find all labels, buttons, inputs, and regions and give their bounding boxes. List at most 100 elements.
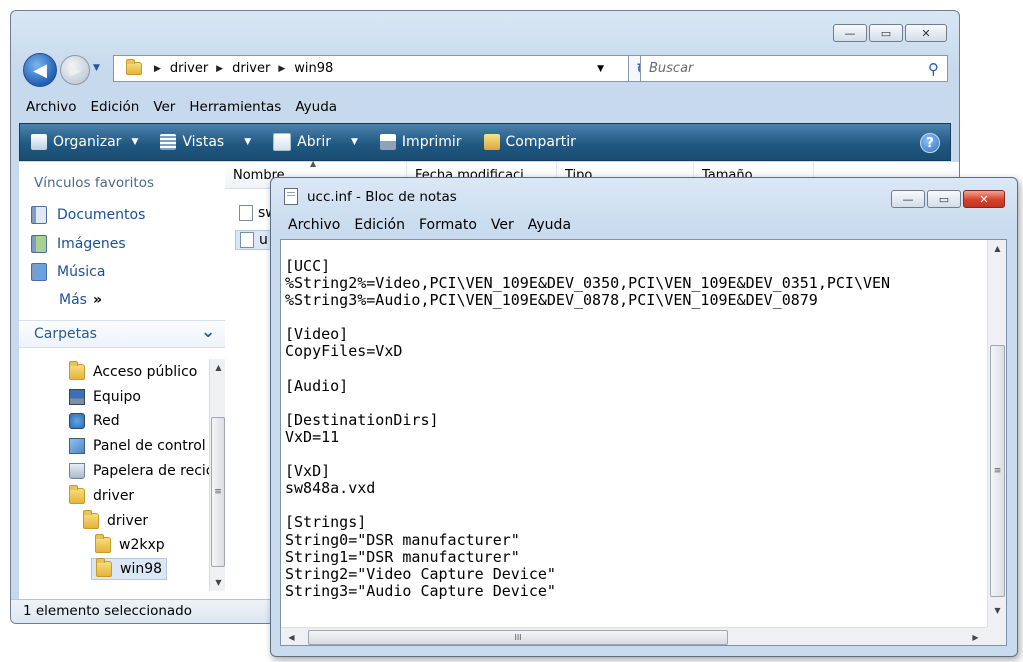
tree-item-driver[interactable]: driver: [69, 485, 134, 504]
double-chevron-icon: »: [92, 292, 102, 308]
share-button[interactable]: Compartir: [473, 124, 587, 160]
favorite-music[interactable]: Música: [31, 263, 105, 281]
menu-archivo[interactable]: Archivo: [19, 99, 83, 115]
address-bar[interactable]: ▶ driver ▶ driver ▶ win98 ▼: [113, 55, 629, 82]
more-label: Más: [59, 292, 87, 308]
search-input[interactable]: Buscar ⚲: [640, 55, 948, 82]
explorer-menu-bar: Archivo Edición Ver Herramientas Ayuda: [19, 95, 951, 119]
scroll-right-button[interactable]: ▶: [967, 629, 984, 645]
tree-item-computer[interactable]: Equipo: [69, 389, 141, 405]
maximize-button[interactable]: ▭: [927, 190, 961, 208]
breadcrumb-item[interactable]: win98: [294, 61, 333, 76]
notepad-menu-bar: Archivo Edición Formato Ver Ayuda: [281, 214, 578, 236]
text-editor[interactable]: [UCC] %String2%=Video,PCI\VEN_109E&DEV_0…: [280, 239, 1007, 646]
command-bar: Organizar ▼ Vistas ▼ Abrir ▼ Imprimir Co…: [19, 123, 951, 161]
folder-icon: [69, 361, 85, 380]
tree-item-control-panel[interactable]: Panel de control: [69, 438, 206, 454]
scroll-down-button[interactable]: ▼: [988, 602, 1006, 619]
scroll-up-button[interactable]: ▲: [988, 240, 1006, 257]
favorites-more[interactable]: Más »: [59, 292, 102, 308]
breadcrumb-item[interactable]: driver: [232, 61, 270, 76]
explorer-caption-buttons: — ▭ ✕: [833, 24, 947, 42]
favorites-heading: Vínculos favoritos: [34, 175, 155, 191]
notepad-icon: [284, 188, 298, 205]
views-label: Vistas: [182, 134, 225, 150]
menu-edicion[interactable]: Edición: [83, 99, 146, 115]
organize-button[interactable]: Organizar ▼: [20, 124, 149, 160]
scroll-thumb[interactable]: ≡: [990, 345, 1005, 597]
tree-item-w2kxp[interactable]: w2kxp: [95, 534, 165, 553]
help-icon[interactable]: ?: [920, 133, 940, 153]
folders-header[interactable]: Carpetas ⌄: [19, 320, 225, 348]
maximize-button[interactable]: ▭: [869, 24, 903, 42]
menu-ayuda[interactable]: Ayuda: [288, 99, 344, 115]
recycle-bin-icon: [69, 463, 85, 479]
tree-item-network[interactable]: Red: [69, 413, 120, 429]
vertical-scrollbar[interactable]: ▲ ≡ ▼: [987, 240, 1006, 628]
close-button[interactable]: ✕: [963, 190, 1005, 208]
tree-item-label: driver: [107, 513, 149, 529]
scroll-left-button[interactable]: ◀: [283, 629, 300, 645]
open-button[interactable]: Abrir ▼: [262, 124, 369, 160]
navigation-pane: Vínculos favoritos Documentos Imágenes M…: [19, 162, 227, 599]
menu-edicion[interactable]: Edición: [347, 217, 412, 233]
control-panel-icon: [69, 438, 85, 454]
menu-ver[interactable]: Ver: [484, 217, 521, 233]
computer-icon: [69, 389, 85, 405]
search-placeholder: Buscar: [649, 61, 694, 76]
menu-herramientas[interactable]: Herramientas: [182, 99, 288, 115]
notepad-caption-buttons: — ▭ ✕: [891, 190, 1005, 208]
chevron-down-icon: ▼: [131, 137, 139, 147]
tree-item-recycle-bin[interactable]: Papelera de recic: [69, 463, 213, 479]
back-button[interactable]: ◀: [23, 53, 57, 87]
back-arrow-icon: ◀: [33, 59, 47, 81]
folder-icon: [96, 558, 112, 577]
printer-icon: [379, 134, 396, 150]
chevron-down-icon: ▼: [351, 137, 358, 147]
horizontal-scrollbar[interactable]: ◀ III ▶: [281, 627, 987, 645]
minimize-button[interactable]: —: [833, 24, 867, 42]
favorite-documents[interactable]: Documentos: [31, 206, 145, 224]
menu-formato[interactable]: Formato: [412, 217, 484, 233]
editor-content[interactable]: [UCC] %String2%=Video,PCI\VEN_109E&DEV_0…: [285, 258, 975, 628]
chevron-down-icon[interactable]: ⌄: [201, 322, 215, 342]
folder-icon: [95, 534, 111, 553]
tree-item-public[interactable]: Acceso público: [69, 361, 197, 380]
resize-grip[interactable]: [987, 627, 1006, 645]
favorite-pictures[interactable]: Imágenes: [31, 235, 126, 253]
status-text: 1 elemento seleccionado: [23, 603, 193, 619]
favorite-label: Documentos: [57, 207, 146, 223]
settings-file-icon: [240, 232, 254, 248]
menu-ver[interactable]: Ver: [146, 99, 182, 115]
tree-item-label: w2kxp: [119, 537, 165, 553]
breadcrumb-separator-icon[interactable]: ▶: [154, 64, 161, 74]
print-label: Imprimir: [401, 134, 462, 150]
pictures-icon: [31, 235, 47, 253]
breadcrumb-item[interactable]: driver: [170, 61, 208, 76]
address-dropdown-icon[interactable]: ▼: [597, 64, 604, 74]
forward-arrow-icon: ▶: [69, 61, 81, 79]
file-name: u: [259, 232, 268, 248]
chevron-down-icon: ▼: [244, 137, 252, 147]
tree-item-label: Red: [93, 413, 120, 429]
menu-archivo[interactable]: Archivo: [281, 217, 347, 233]
tree-item-label: Papelera de recic: [93, 463, 214, 479]
tree-item-win98[interactable]: win98: [91, 558, 168, 580]
breadcrumb-separator-icon[interactable]: ▶: [278, 64, 285, 74]
notepad-title: ucc.inf - Bloc de notas: [307, 189, 457, 205]
views-button[interactable]: Vistas ▼: [149, 124, 262, 160]
scroll-thumb[interactable]: ≡: [211, 417, 225, 567]
close-button[interactable]: ✕: [905, 24, 947, 42]
folder-icon: [69, 485, 85, 504]
menu-ayuda[interactable]: Ayuda: [521, 217, 578, 233]
documents-icon: [31, 206, 47, 224]
folder-icon: [126, 59, 142, 75]
scroll-thumb[interactable]: III: [308, 630, 728, 645]
minimize-button[interactable]: —: [891, 190, 925, 208]
tree-item-driver-sub[interactable]: driver: [83, 510, 149, 529]
breadcrumb-separator-icon[interactable]: ▶: [216, 64, 223, 74]
print-button[interactable]: Imprimir: [369, 124, 473, 160]
recent-pages-dropdown[interactable]: ▼: [93, 63, 105, 75]
forward-button[interactable]: ▶: [60, 55, 90, 85]
search-icon[interactable]: ⚲: [928, 60, 939, 78]
